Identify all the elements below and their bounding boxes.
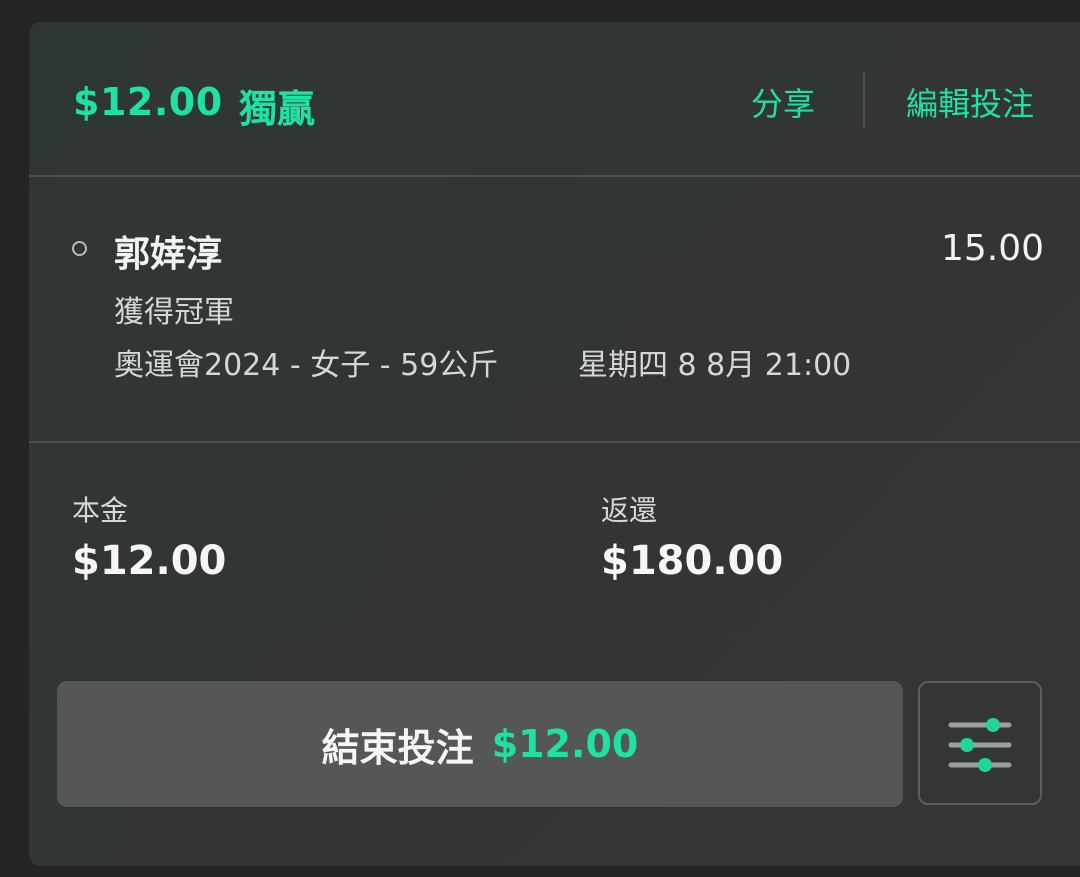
selection-odds: 15.00 — [940, 228, 1044, 269]
event-time: 星期四 8 8月 21:00 — [578, 348, 852, 383]
bet-header: $12.00 獨贏 分享 編輯投注 — [29, 22, 1080, 176]
cashout-label: 結束投注 — [321, 725, 474, 770]
cashout-settings-button[interactable] — [918, 681, 1042, 805]
return-value: $180.00 — [601, 538, 784, 584]
cashout-button[interactable]: 結束投注 $12.00 — [57, 681, 903, 807]
edit-bet-button[interactable]: 編輯投注 — [906, 79, 1034, 125]
event-name: 奧運會2024 - 女子 - 59公斤 — [114, 348, 499, 383]
return-label: 返還 — [601, 494, 658, 527]
bet-type: 獨贏 — [239, 87, 316, 131]
selection-name: 郭婞淳 — [114, 234, 223, 275]
divider — [29, 441, 1080, 443]
stake-label: 本金 — [72, 494, 129, 527]
stake-value: $12.00 — [72, 538, 227, 584]
share-button[interactable]: 分享 — [751, 79, 815, 125]
header-divider — [863, 72, 865, 128]
selection-row: 郭婞淳 15.00 獲得冠軍 奧運會2024 - 女子 - 59公斤 星期四 8… — [29, 177, 1080, 441]
sliders-icon — [948, 718, 1012, 772]
bet-card: $12.00 獨贏 分享 編輯投注 郭婞淳 15.00 獲得冠軍 奧運會2024… — [29, 22, 1080, 866]
cashout-amount: $12.00 — [491, 722, 639, 766]
bet-amount: $12.00 — [73, 80, 223, 124]
selection-market: 獲得冠軍 — [114, 295, 234, 330]
radio-circle-icon — [72, 241, 87, 256]
